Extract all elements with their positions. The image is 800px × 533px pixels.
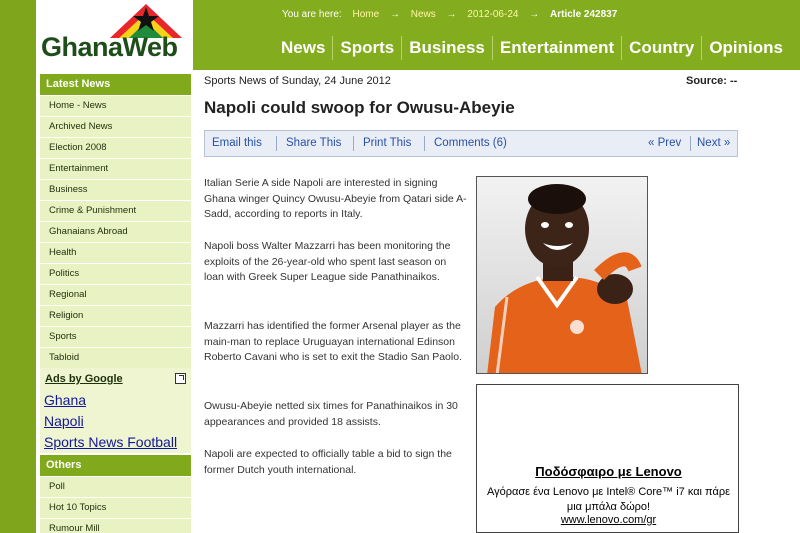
article-paragraph: Owusu-Abeyie netted six times for Panath… xyxy=(204,400,458,428)
sidebar-item-poll[interactable]: Poll xyxy=(40,476,191,497)
sidebar-item-rumour-mill[interactable]: Rumour Mill xyxy=(40,518,191,533)
ad-title[interactable]: Ποδόσφαιρο με Lenovo xyxy=(477,464,740,479)
nav-opinions[interactable]: Opinions xyxy=(701,36,790,60)
ads-heading-label: Ads by Google xyxy=(45,373,123,385)
nav-sports[interactable]: Sports xyxy=(332,36,401,60)
toolbar-divider xyxy=(276,136,277,151)
sidebar-item-politics[interactable]: Politics xyxy=(40,263,191,284)
breadcrumb: You are here: Home → News → 2012-06-24 →… xyxy=(282,9,625,20)
sidebar-item-sports[interactable]: Sports xyxy=(40,326,191,347)
breadcrumb-separator: → xyxy=(446,9,457,20)
sidebar-item-crime-punishment[interactable]: Crime & Punishment xyxy=(40,200,191,221)
sidebar-item-home-news[interactable]: Home - News xyxy=(40,95,191,116)
logo-text: GhanaWeb xyxy=(41,32,178,62)
sidebar-item-health[interactable]: Health xyxy=(40,242,191,263)
article-source: Source: -- xyxy=(686,75,738,87)
sidebar-item-hot-10-topics[interactable]: Hot 10 Topics xyxy=(40,497,191,518)
nav-entertainment[interactable]: Entertainment xyxy=(491,36,621,60)
sidebar-item-business[interactable]: Business xyxy=(40,179,191,200)
lenovo-ad-box[interactable]: Ποδόσφαιρο με Lenovo Αγόρασε ένα Lenovo … xyxy=(476,384,739,533)
external-link-icon[interactable] xyxy=(175,373,186,384)
toolbar-divider xyxy=(353,136,354,151)
nav-country[interactable]: Country xyxy=(621,36,701,60)
breadcrumb-date[interactable]: 2012-06-24 xyxy=(467,9,518,20)
sidebar-item-election-2008[interactable]: Election 2008 xyxy=(40,137,191,158)
sidebar-heading-latest-news: Latest News xyxy=(40,74,191,95)
comments-link[interactable]: Comments (6) xyxy=(434,137,507,149)
sidebar-item-tabloid[interactable]: Tabloid xyxy=(40,347,191,368)
prev-article-link[interactable]: « Prev xyxy=(648,137,681,149)
ad-link-sports-news-football[interactable]: Sports News Football xyxy=(40,432,191,453)
breadcrumb-news[interactable]: News xyxy=(411,9,436,20)
article-toolbar: Email this Share This Print This Comment… xyxy=(204,130,738,157)
article-paragraph: Italian Serie A side Napoli are interest… xyxy=(204,177,467,220)
ads-by-google-heading[interactable]: Ads by Google xyxy=(40,368,191,390)
top-navigation: News Sports Business Entertainment Count… xyxy=(274,34,790,62)
article-dateline: Sports News of Sunday, 24 June 2012 xyxy=(204,75,391,87)
sidebar-item-entertainment[interactable]: Entertainment xyxy=(40,158,191,179)
page-edge-strip xyxy=(0,0,36,533)
sidebar-item-religion[interactable]: Religion xyxy=(40,305,191,326)
article-paragraph: Napoli are expected to officially table … xyxy=(204,448,452,476)
site-logo[interactable]: GhanaWeb xyxy=(36,0,193,70)
article-paragraph: Napoli boss Walter Mazzarri has been mon… xyxy=(204,240,451,283)
toolbar-divider xyxy=(690,136,691,151)
share-this-link[interactable]: Share This xyxy=(286,137,341,149)
sidebar-item-ghanaians-abroad[interactable]: Ghanaians Abroad xyxy=(40,221,191,242)
ad-link-napoli[interactable]: Napoli xyxy=(40,411,191,432)
breadcrumb-separator: → xyxy=(389,9,400,20)
article-photo xyxy=(476,176,648,374)
sidebar: Latest News Home - News Archived News El… xyxy=(40,74,191,533)
breadcrumb-prefix: You are here: xyxy=(282,9,342,20)
breadcrumb-separator: → xyxy=(529,9,540,20)
article-headline: Napoli could swoop for Owusu-Abeyie xyxy=(204,98,515,117)
article-paragraph: Mazzarri has identified the former Arsen… xyxy=(204,320,462,363)
sidebar-item-regional[interactable]: Regional xyxy=(40,284,191,305)
next-article-link[interactable]: Next » xyxy=(697,137,730,149)
sidebar-item-archived-news[interactable]: Archived News xyxy=(40,116,191,137)
nav-news[interactable]: News xyxy=(274,36,332,60)
breadcrumb-current: Article 242837 xyxy=(550,9,618,20)
ad-link-ghana[interactable]: Ghana xyxy=(40,390,191,411)
nav-business[interactable]: Business xyxy=(401,36,492,60)
sidebar-heading-others: Others xyxy=(40,455,191,476)
toolbar-divider xyxy=(424,136,425,151)
print-this-link[interactable]: Print This xyxy=(363,137,411,149)
ad-body: Αγόρασε ένα Lenovo με Intel® Core™ i7 κα… xyxy=(486,486,731,513)
ad-url[interactable]: www.lenovo.com/gr xyxy=(477,514,740,526)
email-this-link[interactable]: Email this xyxy=(212,137,262,149)
breadcrumb-home[interactable]: Home xyxy=(352,9,379,20)
